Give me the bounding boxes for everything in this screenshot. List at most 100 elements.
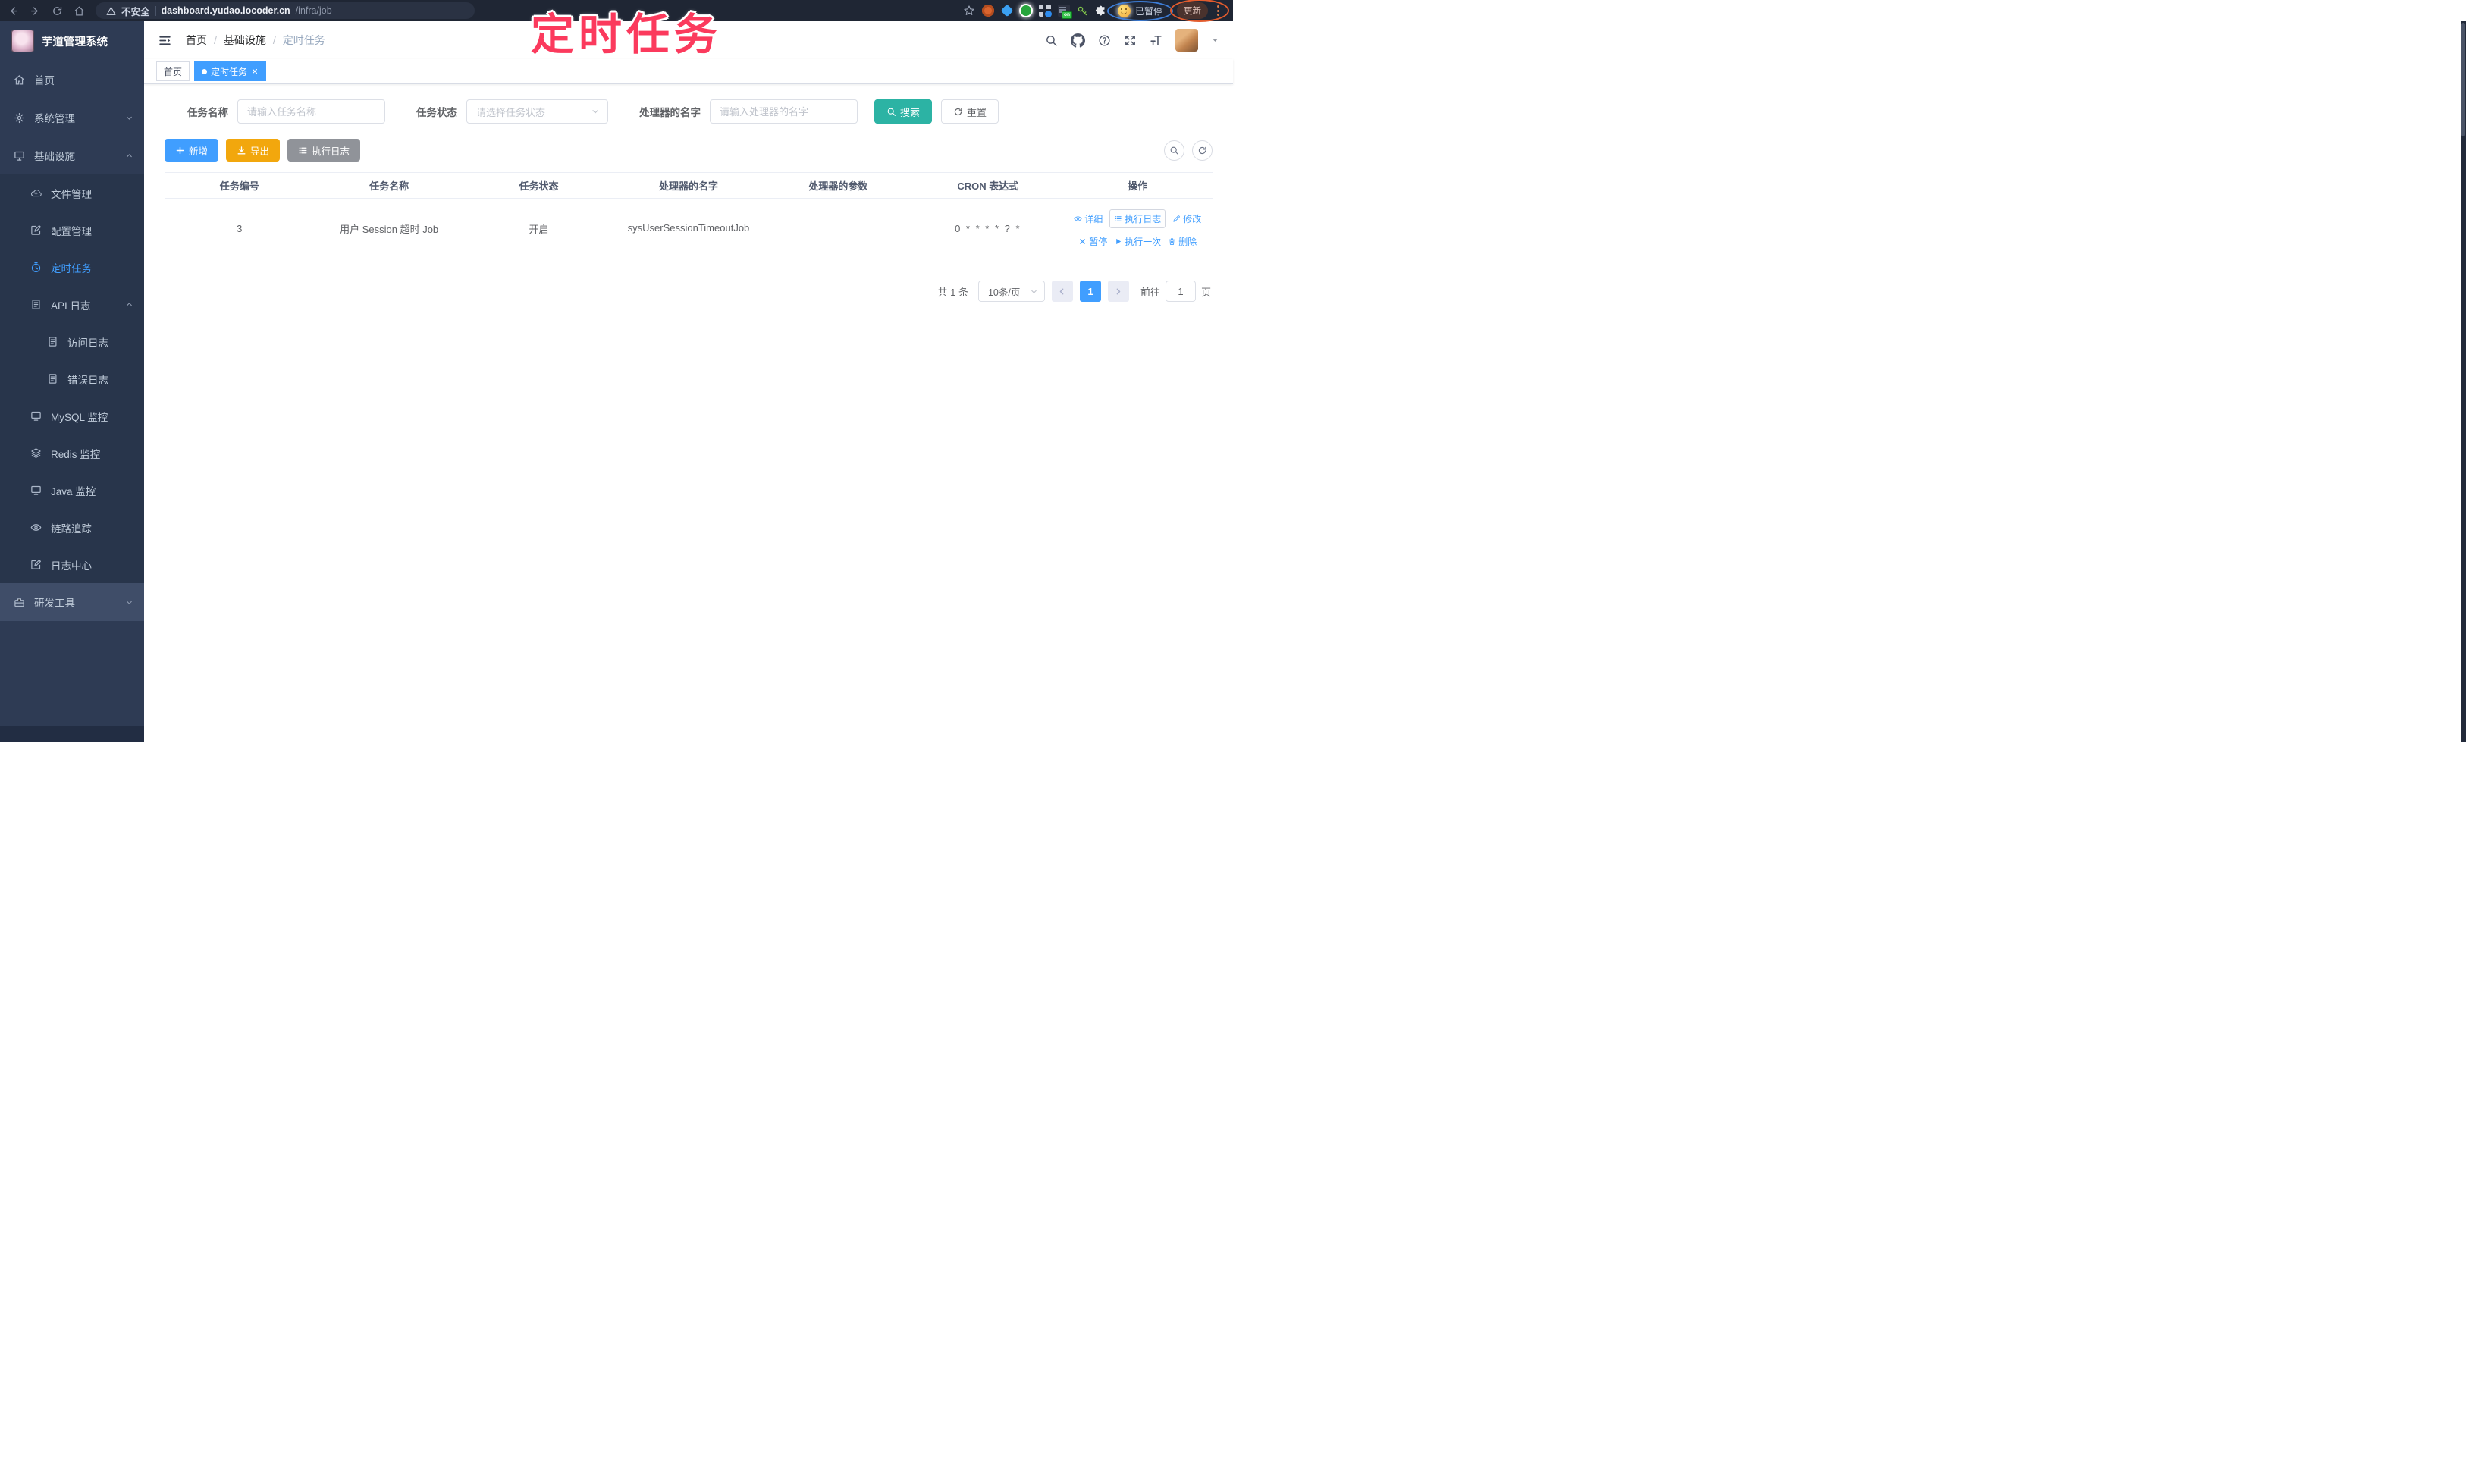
scrollbar-thumb[interactable] — [2461, 23, 2465, 136]
breadcrumb-home[interactable]: 首页 — [186, 33, 207, 48]
monitor-icon — [30, 485, 42, 496]
sidebar-item-java-monitor[interactable]: Java 监控 — [0, 472, 144, 509]
sidebar-item-redis-monitor[interactable]: Redis 监控 — [0, 435, 144, 472]
row-action-detail[interactable]: 详细 — [1074, 212, 1103, 225]
prev-page-button[interactable] — [1051, 281, 1073, 302]
sidebar-logo-row[interactable]: 芋道管理系统 — [0, 21, 144, 61]
sidebar-item-system-mgmt[interactable]: 系统管理 — [0, 99, 144, 136]
row-action-edit[interactable]: 修改 — [1172, 212, 1201, 225]
handler-name-input[interactable] — [710, 99, 858, 124]
row-action-pause[interactable]: 暂停 — [1078, 235, 1107, 248]
page-size-select[interactable]: 10条/页 — [977, 281, 1045, 302]
browser-menu-kebab-icon[interactable] — [1214, 4, 1222, 17]
browser-back-icon[interactable] — [8, 5, 19, 17]
reset-button[interactable]: 重置 — [941, 99, 999, 124]
browser-chrome-bar: 不安全 dashboard.yudao.iocoder.cn/infra/job… — [0, 0, 1233, 22]
sidebar-item-trace[interactable]: 链路追踪 — [0, 509, 144, 546]
chevron-right-icon — [1114, 287, 1122, 296]
goto-page-input[interactable] — [1165, 281, 1196, 302]
sidebar-item-mysql-monitor[interactable]: MySQL 监控 — [0, 397, 144, 435]
browser-forward-icon[interactable] — [30, 5, 41, 17]
refresh-table-button[interactable] — [1192, 140, 1213, 161]
extensions-puzzle-icon[interactable] — [1095, 5, 1106, 17]
select-chevron-down-icon — [591, 107, 600, 116]
sidebar-item-config-mgmt[interactable]: 配置管理 — [0, 212, 144, 249]
job-status-placeholder: 请选择任务状态 — [476, 106, 546, 118]
job-name-input[interactable] — [237, 99, 385, 124]
row-action-exec-log[interactable]: 执行日志 — [1109, 209, 1166, 228]
header-actions — [1045, 29, 1219, 52]
user-avatar[interactable] — [1175, 29, 1198, 52]
extension-icon-blue-gem[interactable] — [1000, 4, 1014, 17]
search-button[interactable]: 搜索 — [874, 99, 933, 124]
bookmark-star-icon[interactable] — [963, 5, 975, 17]
sidebar-item-infrastructure[interactable]: 基础设施 — [0, 136, 144, 174]
row-action-run-once[interactable]: 执行一次 — [1114, 235, 1161, 248]
sidebar-item-label: 首页 — [34, 75, 55, 86]
filter-form: 任务名称 任务状态 请选择任务状态 处理器的名字 搜索 — [165, 99, 1213, 124]
sidebar-item-label: 日志中心 — [51, 560, 92, 572]
pagination: 共 1 条 10条/页 1 前往 页 — [165, 281, 1213, 302]
sidebar-item-log-center[interactable]: 日志中心 — [0, 546, 144, 583]
sidebar-item-label: 文件管理 — [51, 188, 92, 200]
extension-icon-key[interactable] — [1077, 5, 1088, 17]
list-icon — [298, 146, 308, 155]
sidebar-collapse-icon[interactable] — [158, 33, 172, 48]
export-button-label: 导出 — [250, 146, 270, 157]
address-bar[interactable]: 不安全 dashboard.yudao.iocoder.cn/infra/job — [96, 2, 475, 19]
page-number-1[interactable]: 1 — [1079, 281, 1101, 302]
search-icon — [1169, 146, 1179, 155]
sidebar-item-file-mgmt[interactable]: 文件管理 — [0, 174, 144, 212]
export-button[interactable]: 导出 — [226, 139, 281, 162]
fullscreen-icon[interactable] — [1124, 34, 1137, 47]
toggle-search-button[interactable] — [1164, 140, 1184, 161]
extension-icon-orange[interactable] — [981, 5, 994, 17]
cloud-upload-icon — [30, 187, 42, 199]
add-button[interactable]: 新增 — [165, 139, 219, 162]
tab-close-icon[interactable] — [251, 67, 259, 75]
table-tools — [1164, 140, 1213, 161]
sidebar-item-scheduled-jobs[interactable]: 定时任务 — [0, 249, 144, 286]
browser-bar-right: on 已暂停 更新 — [963, 0, 1229, 22]
tab-home[interactable]: 首页 — [156, 61, 190, 81]
infrastructure-submenu: 文件管理 配置管理 定时任务 API 日志 访问日志 错误日志 MySQL 监控… — [0, 174, 144, 583]
extension-icon-dark[interactable]: on — [1057, 5, 1072, 19]
document-icon — [47, 336, 58, 347]
select-chevron-down-icon — [1030, 287, 1038, 296]
search-icon — [886, 107, 896, 117]
next-page-button[interactable] — [1107, 281, 1129, 302]
browser-reload-icon[interactable] — [52, 5, 63, 17]
job-status-select[interactable]: 请选择任务状态 — [466, 99, 608, 124]
breadcrumb-infrastructure[interactable]: 基础设施 — [224, 33, 266, 48]
pen-icon — [1172, 215, 1181, 223]
table-header-row: 任务编号 任务名称 任务状态 处理器的名字 处理器的参数 CRON 表达式 操作 — [165, 172, 1213, 199]
search-icon[interactable] — [1045, 34, 1058, 47]
url-domain: dashboard.yudao.iocoder.cn — [161, 5, 290, 16]
sidebar-item-label: API 日志 — [51, 300, 91, 312]
extension-icon-green[interactable] — [1020, 5, 1031, 16]
sidebar-item-api-logs[interactable]: API 日志 — [0, 286, 144, 323]
sidebar-item-home[interactable]: 首页 — [0, 61, 144, 99]
help-icon[interactable] — [1098, 34, 1111, 47]
sidebar-item-access-logs[interactable]: 访问日志 — [0, 323, 144, 360]
row-action-delete[interactable]: 删除 — [1168, 235, 1197, 248]
github-icon[interactable] — [1071, 33, 1085, 48]
exec-log-button[interactable]: 执行日志 — [287, 139, 361, 162]
eye-icon — [1074, 215, 1082, 223]
browser-profile-chip[interactable]: 已暂停 — [1106, 0, 1174, 21]
refresh-icon — [1197, 146, 1207, 155]
sidebar-item-error-logs[interactable]: 错误日志 — [0, 360, 144, 397]
col-cron: CRON 表达式 — [913, 172, 1063, 199]
sidebar-item-label: 访问日志 — [67, 337, 108, 349]
update-button[interactable]: 更新 — [1177, 2, 1208, 19]
sidebar: 芋道管理系统 首页 系统管理 基础设施 文件管理 配置管理 定时任务 API 日… — [0, 21, 144, 742]
cell-actions: 详细 执行日志 修改 暂停 执行一次 删除 — [1062, 198, 1213, 259]
sidebar-item-dev-tools[interactable]: 研发工具 — [0, 583, 144, 621]
avatar-caret-down-icon[interactable] — [1211, 36, 1219, 45]
col-job-status: 任务状态 — [463, 172, 614, 199]
main-area: 首页 / 基础设施 / 定时任务 首页 定时任务 任务名称 请输入任务名称 任务… — [144, 21, 1233, 742]
font-size-icon[interactable] — [1150, 34, 1162, 47]
tab-scheduled-jobs[interactable]: 定时任务 — [194, 61, 267, 81]
extension-icon-grid[interactable] — [1038, 5, 1052, 17]
browser-home-icon[interactable] — [74, 5, 85, 17]
